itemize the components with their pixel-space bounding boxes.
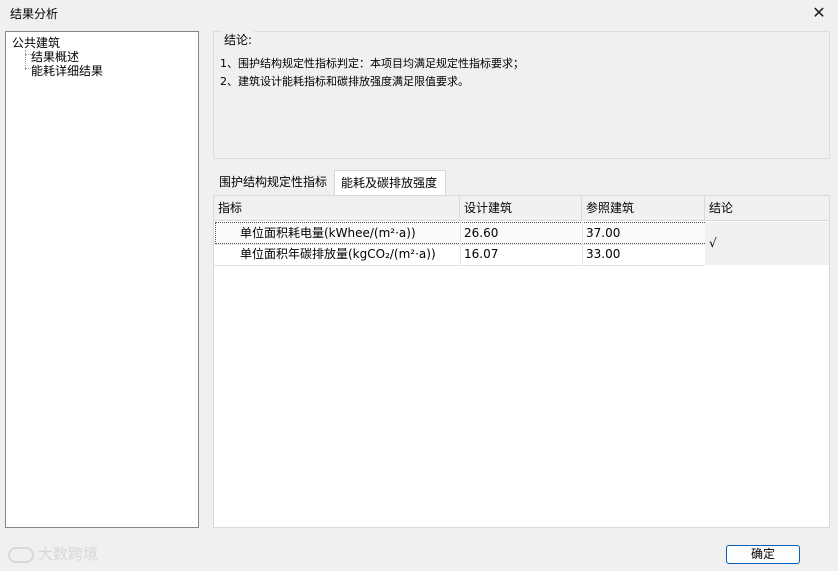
watermark-text: 大数跨境: [38, 545, 99, 563]
close-icon[interactable]: ✕: [808, 2, 830, 24]
results-table: 指标 设计建筑 参照建筑 结论 单位面积耗电量(kWhee/(m²·a)) 26…: [213, 195, 830, 528]
cell-indicator-carbon[interactable]: 单位面积年碳排放量(kgCO₂/(m²·a)): [236, 244, 436, 265]
cell-conclusion-check[interactable]: √: [705, 233, 717, 254]
conclusion-line-1: 1、围护结构规定性指标判定：本项目均满足规定性指标要求；: [220, 57, 524, 70]
conclusion-line-2: 2、建筑设计能耗指标和碳排放强度满足限值要求。: [220, 75, 469, 88]
tab-energy-carbon[interactable]: 能耗及碳排放强度: [334, 170, 446, 195]
column-header-conclusion[interactable]: 结论: [705, 196, 829, 221]
conclusion-legend: 结论:: [222, 31, 255, 48]
column-header-design[interactable]: 设计建筑: [460, 196, 582, 221]
watermark: 大数跨境: [8, 543, 98, 564]
cell-design-carbon[interactable]: 16.07: [460, 244, 498, 265]
tree-connector: [25, 50, 26, 70]
cell-indicator-electricity[interactable]: 单位面积耗电量(kWhee/(m²·a)): [236, 223, 416, 244]
conclusion-merged-cell: [705, 222, 829, 265]
cell-reference-carbon[interactable]: 33.00: [582, 244, 620, 265]
window-title: 结果分析: [10, 7, 59, 21]
conclusion-group: 结论: 1、围护结构规定性指标判定：本项目均满足规定性指标要求； 2、建筑设计能…: [213, 31, 830, 159]
cell-design-electricity[interactable]: 26.60: [460, 223, 498, 244]
title-bar: 结果分析 ✕: [0, 0, 838, 26]
navigation-tree: 公共建筑 结果概述 能耗详细结果: [5, 31, 199, 528]
row-divider: [214, 265, 704, 266]
column-header-indicator[interactable]: 指标: [214, 196, 460, 221]
tree-item-energy-details[interactable]: 能耗详细结果: [31, 62, 103, 79]
cell-reference-electricity[interactable]: 37.00: [582, 223, 620, 244]
ok-button[interactable]: 确定: [726, 545, 800, 564]
watermark-logo-icon: [8, 546, 34, 563]
tab-envelope-indicators[interactable]: 围护结构规定性指标: [213, 170, 334, 195]
column-header-reference[interactable]: 参照建筑: [582, 196, 705, 221]
